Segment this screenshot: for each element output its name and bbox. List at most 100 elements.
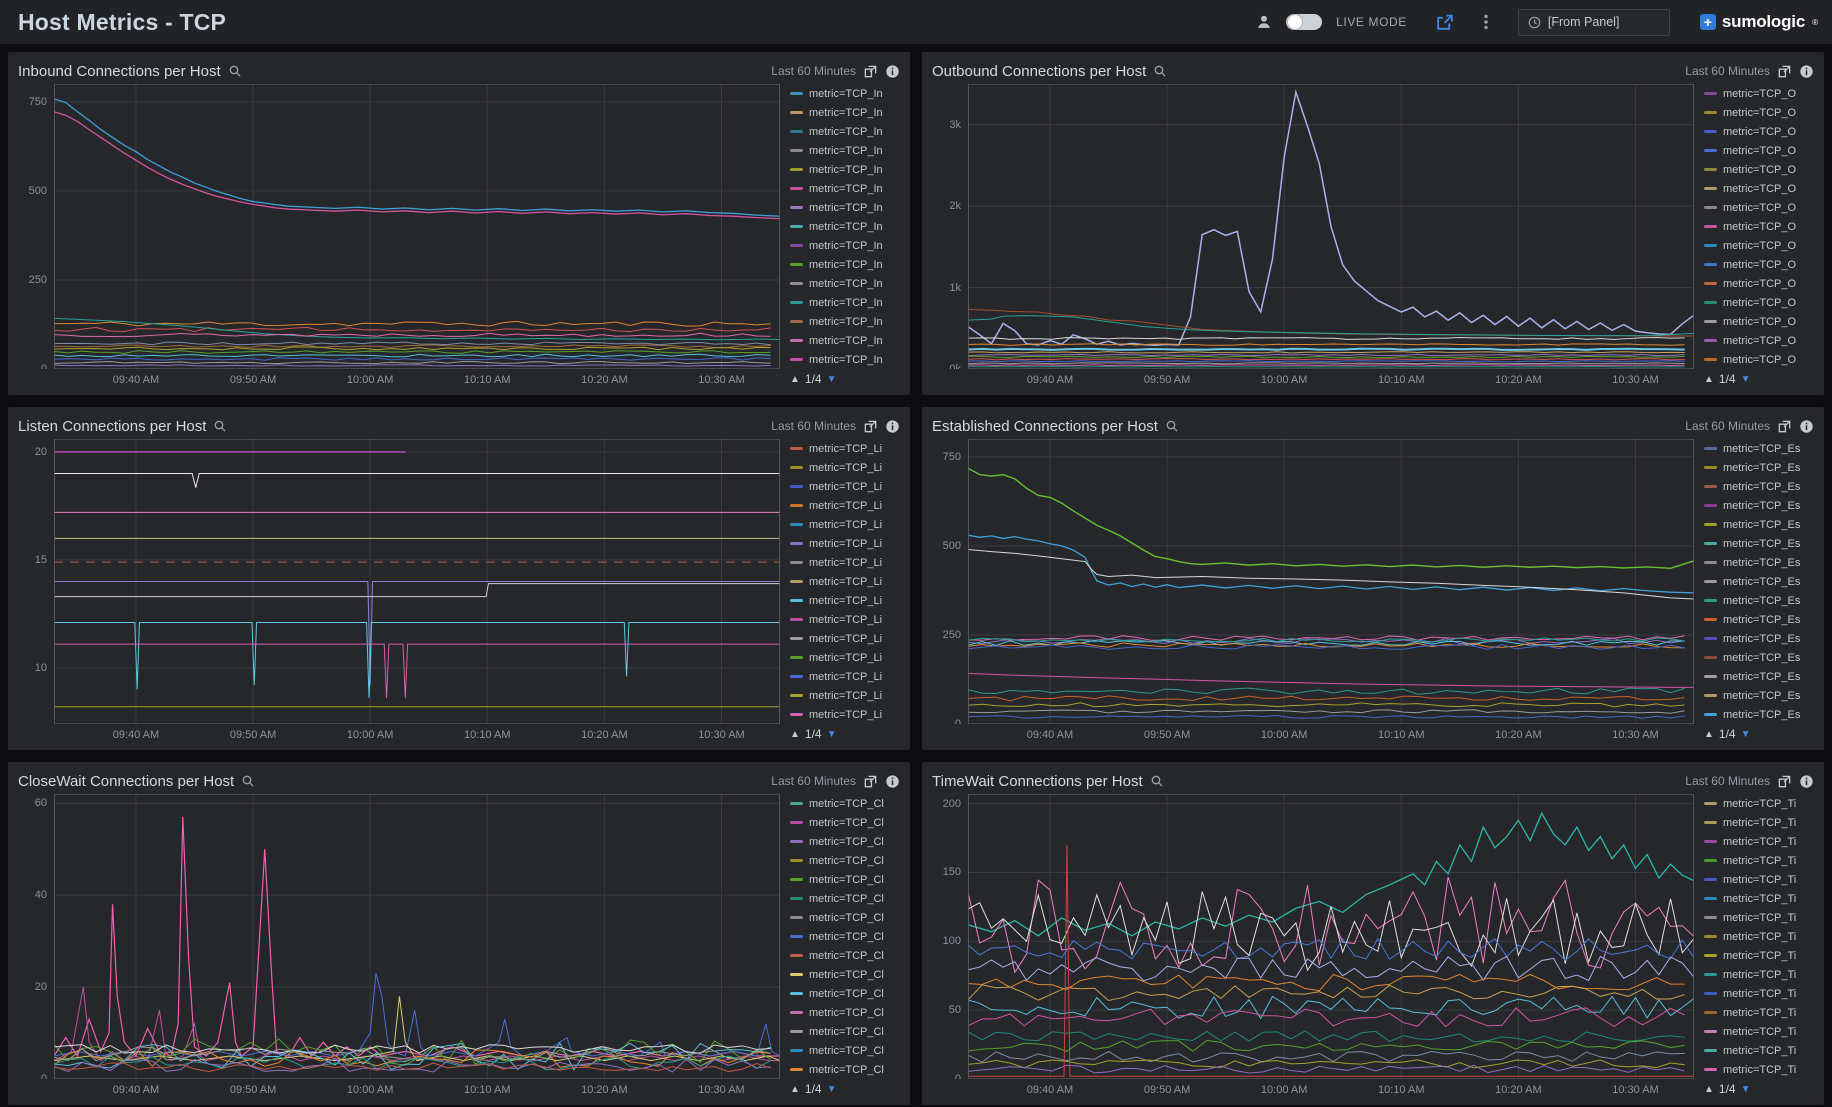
legend-item[interactable]: metric=TCP_Ti	[1704, 889, 1814, 908]
legend-item[interactable]: metric=TCP_Li	[790, 496, 900, 515]
chart-plot[interactable]	[968, 439, 1694, 724]
chart-plot[interactable]	[968, 794, 1694, 1079]
legend-item[interactable]: metric=TCP_Cl	[790, 851, 900, 870]
legend-item[interactable]: metric=TCP_In	[790, 350, 900, 369]
legend-item[interactable]: metric=TCP_Es	[1704, 439, 1814, 458]
legend-item[interactable]: metric=TCP_O	[1704, 217, 1814, 236]
legend-item[interactable]: metric=TCP_O	[1704, 293, 1814, 312]
page-up-arrow[interactable]: ▲	[1704, 729, 1714, 740]
magnifier-icon[interactable]	[241, 774, 255, 788]
legend-item[interactable]: metric=TCP_Li	[790, 629, 900, 648]
chart-canvas[interactable]	[54, 439, 780, 724]
legend-item[interactable]: metric=TCP_Ti	[1704, 851, 1814, 870]
legend-item[interactable]: metric=TCP_Ti	[1704, 1060, 1814, 1079]
legend-item[interactable]: metric=TCP_Es	[1704, 705, 1814, 724]
magnifier-icon[interactable]	[213, 419, 227, 433]
legend-item[interactable]: metric=TCP_Li	[790, 610, 900, 629]
open-in-new-icon[interactable]	[1777, 419, 1792, 434]
legend-item[interactable]: metric=TCP_Cl	[790, 927, 900, 946]
legend-item[interactable]: metric=TCP_Cl	[790, 794, 900, 813]
share-icon[interactable]	[1435, 13, 1454, 32]
legend-item[interactable]: metric=TCP_O	[1704, 350, 1814, 369]
info-icon[interactable]	[1799, 64, 1814, 79]
legend-item[interactable]: metric=TCP_Cl	[790, 870, 900, 889]
legend-item[interactable]: metric=TCP_O	[1704, 160, 1814, 179]
legend-item[interactable]: metric=TCP_Es	[1704, 648, 1814, 667]
legend-item[interactable]: metric=TCP_O	[1704, 84, 1814, 103]
chart-plot[interactable]	[54, 794, 780, 1079]
legend-item[interactable]: metric=TCP_Ti	[1704, 965, 1814, 984]
magnifier-icon[interactable]	[228, 64, 242, 78]
legend-item[interactable]: metric=TCP_Cl	[790, 984, 900, 1003]
legend-item[interactable]: metric=TCP_Ti	[1704, 1003, 1814, 1022]
info-icon[interactable]	[885, 64, 900, 79]
legend-item[interactable]: metric=TCP_Es	[1704, 534, 1814, 553]
legend-item[interactable]: metric=TCP_Li	[790, 458, 900, 477]
chart-canvas[interactable]	[968, 439, 1694, 724]
open-in-new-icon[interactable]	[863, 64, 878, 79]
legend-item[interactable]: metric=TCP_Cl	[790, 1003, 900, 1022]
legend-item[interactable]: metric=TCP_Ti	[1704, 927, 1814, 946]
legend-item[interactable]: metric=TCP_O	[1704, 122, 1814, 141]
legend-item[interactable]: metric=TCP_In	[790, 198, 900, 217]
page-down-arrow[interactable]: ▼	[827, 374, 837, 385]
page-up-arrow[interactable]: ▲	[790, 374, 800, 385]
legend-item[interactable]: metric=TCP_Es	[1704, 477, 1814, 496]
legend-item[interactable]: metric=TCP_In	[790, 141, 900, 160]
legend-item[interactable]: metric=TCP_Li	[790, 591, 900, 610]
legend-item[interactable]: metric=TCP_Es	[1704, 515, 1814, 534]
page-up-arrow[interactable]: ▲	[1704, 374, 1714, 385]
user-icon[interactable]	[1256, 14, 1272, 30]
live-mode-toggle[interactable]	[1286, 14, 1322, 30]
info-icon[interactable]	[885, 774, 900, 789]
chart-canvas[interactable]	[968, 84, 1694, 369]
page-up-arrow[interactable]: ▲	[790, 729, 800, 740]
info-icon[interactable]	[885, 419, 900, 434]
legend-item[interactable]: metric=TCP_Li	[790, 572, 900, 591]
legend-item[interactable]: metric=TCP_Li	[790, 477, 900, 496]
legend-item[interactable]: metric=TCP_Cl	[790, 832, 900, 851]
legend-item[interactable]: metric=TCP_Es	[1704, 591, 1814, 610]
info-icon[interactable]	[1799, 419, 1814, 434]
legend-item[interactable]: metric=TCP_Li	[790, 553, 900, 572]
legend-item[interactable]: metric=TCP_Ti	[1704, 946, 1814, 965]
legend-item[interactable]: metric=TCP_Li	[790, 534, 900, 553]
legend-item[interactable]: metric=TCP_Li	[790, 667, 900, 686]
legend-item[interactable]: metric=TCP_In	[790, 122, 900, 141]
legend-item[interactable]: metric=TCP_In	[790, 331, 900, 350]
magnifier-icon[interactable]	[1165, 419, 1179, 433]
legend-item[interactable]: metric=TCP_In	[790, 274, 900, 293]
legend-item[interactable]: metric=TCP_In	[790, 236, 900, 255]
legend-item[interactable]: metric=TCP_In	[790, 217, 900, 236]
legend-item[interactable]: metric=TCP_O	[1704, 198, 1814, 217]
legend-item[interactable]: metric=TCP_Ti	[1704, 908, 1814, 927]
legend-item[interactable]: metric=TCP_Ti	[1704, 1041, 1814, 1060]
legend-item[interactable]: metric=TCP_O	[1704, 236, 1814, 255]
page-down-arrow[interactable]: ▼	[1741, 1084, 1751, 1095]
legend-item[interactable]: metric=TCP_O	[1704, 255, 1814, 274]
legend-item[interactable]: metric=TCP_Es	[1704, 496, 1814, 515]
legend-item[interactable]: metric=TCP_In	[790, 103, 900, 122]
legend-item[interactable]: metric=TCP_Es	[1704, 667, 1814, 686]
legend-item[interactable]: metric=TCP_O	[1704, 103, 1814, 122]
chart-canvas[interactable]	[968, 794, 1694, 1079]
magnifier-icon[interactable]	[1153, 64, 1167, 78]
legend-item[interactable]: metric=TCP_Ti	[1704, 813, 1814, 832]
kebab-menu-icon[interactable]	[1478, 13, 1494, 31]
legend-item[interactable]: metric=TCP_Cl	[790, 908, 900, 927]
legend-item[interactable]: metric=TCP_Li	[790, 648, 900, 667]
legend-item[interactable]: metric=TCP_Es	[1704, 458, 1814, 477]
open-in-new-icon[interactable]	[863, 419, 878, 434]
legend-item[interactable]: metric=TCP_In	[790, 293, 900, 312]
legend-item[interactable]: metric=TCP_Li	[790, 439, 900, 458]
open-in-new-icon[interactable]	[863, 774, 878, 789]
chart-canvas[interactable]	[54, 794, 780, 1079]
page-up-arrow[interactable]: ▲	[1704, 1084, 1714, 1095]
legend-item[interactable]: metric=TCP_In	[790, 84, 900, 103]
legend-item[interactable]: metric=TCP_Li	[790, 686, 900, 705]
legend-item[interactable]: metric=TCP_Es	[1704, 686, 1814, 705]
chart-plot[interactable]	[54, 439, 780, 724]
legend-item[interactable]: metric=TCP_Es	[1704, 553, 1814, 572]
legend-item[interactable]: metric=TCP_Cl	[790, 965, 900, 984]
legend-item[interactable]: metric=TCP_Cl	[790, 813, 900, 832]
